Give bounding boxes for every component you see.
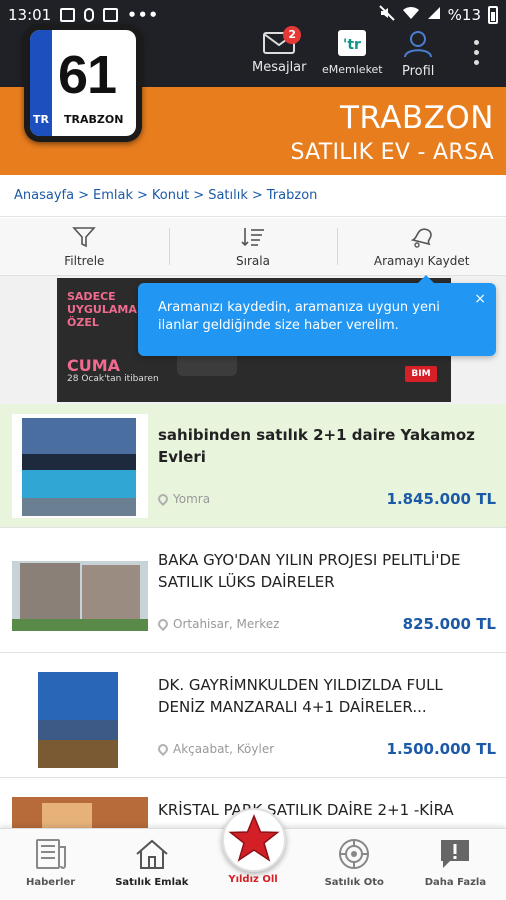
list-item[interactable]: sahibinden satılık 2+1 daire Yakamoz Evl… xyxy=(0,404,506,528)
gallery-icon xyxy=(60,8,76,22)
save-search-tooltip: × Aramanızı kaydedin, aramanıza uygun ye… xyxy=(138,275,496,356)
listing-location: Akçaabat, Köyler xyxy=(155,741,275,757)
listing-title[interactable]: DK. GAYRİMNKULDEN YILDIZLDA FULL DENİZ M… xyxy=(158,674,488,718)
tooltip-text: Aramanızı kaydedin, aramanıza uygun yeni… xyxy=(158,300,440,333)
breadcrumb-separator: > xyxy=(251,188,263,203)
filter-label: Filtrele xyxy=(64,254,105,268)
location-pin-icon xyxy=(155,491,171,507)
signal-icon xyxy=(427,6,441,24)
star-icon xyxy=(224,814,284,874)
bluetooth-icon xyxy=(84,8,95,22)
listing-title[interactable]: KRİSTAL PARK SATILIK DAİRE 2+1 -KİRA xyxy=(158,799,488,821)
listing-title[interactable]: sahibinden satılık 2+1 daire Yakamoz Evl… xyxy=(158,424,488,468)
sort-label: Sırala xyxy=(236,254,270,268)
listing-price: 825.000 TL xyxy=(402,615,496,633)
messages-badge: 2 xyxy=(283,26,302,44)
listing-title[interactable]: BAKA GYO'DAN YILIN PROJESI PELITLİ'DE SA… xyxy=(158,549,488,593)
sort-icon xyxy=(169,226,338,251)
location-pin-icon xyxy=(155,741,171,757)
ad-day: CUMA xyxy=(67,356,121,375)
message-alert-icon xyxy=(405,837,506,874)
list-item[interactable]: DK. GAYRİMNKULDEN YILDIZLDA FULL DENİZ M… xyxy=(0,654,506,778)
nav-cars[interactable]: Satılık Oto xyxy=(304,829,405,900)
nav-news[interactable]: Haberler xyxy=(0,829,101,900)
listing-toolbar: Filtrele Sırala Aramayı Kaydet xyxy=(0,218,506,276)
wifi-icon xyxy=(402,6,420,24)
page-subtitle: SATILIK EV - ARSA xyxy=(290,140,494,165)
filter-icon xyxy=(0,226,169,251)
ememleket-label: eMemleket xyxy=(322,63,383,76)
breadcrumb-satilik[interactable]: Satılık xyxy=(208,188,248,203)
breadcrumb-trabzon[interactable]: Trabzon xyxy=(267,188,318,203)
ad-brand-logo: BIM xyxy=(405,366,437,382)
wheel-icon xyxy=(304,837,405,874)
messages-label: Mesajlar xyxy=(252,60,307,75)
newspaper-icon xyxy=(0,837,101,874)
breadcrumb-konut[interactable]: Konut xyxy=(152,188,189,203)
breadcrumb-emlak[interactable]: Emlak xyxy=(93,188,133,203)
mail-icon: 2 xyxy=(263,26,302,58)
close-icon[interactable]: × xyxy=(474,290,486,308)
star-button[interactable] xyxy=(222,808,286,872)
house-icon xyxy=(101,837,202,874)
breadcrumb-separator: > xyxy=(193,188,205,203)
breadcrumb-separator: > xyxy=(136,188,148,203)
status-time: 13:01 xyxy=(8,6,52,24)
ad-headline: SADECE UYGULAMA ÖZEL xyxy=(67,290,137,329)
nav-news-label: Haberler xyxy=(26,877,76,888)
license-plate-logo: TR 61 TRABZON xyxy=(30,30,136,136)
svg-text:'tr: 'tr xyxy=(343,37,361,53)
nav-real-estate[interactable]: Satılık Emlak xyxy=(101,829,202,900)
battery-text: %13 xyxy=(447,6,481,24)
listing-location: Ortahisar, Merkez xyxy=(155,616,280,632)
nav-cars-label: Satılık Oto xyxy=(324,877,384,888)
filter-button[interactable]: Filtrele xyxy=(0,218,169,275)
clipboard-icon xyxy=(103,8,119,22)
nav-more-label: Daha Fazla xyxy=(424,877,487,888)
nav-more[interactable]: Daha Fazla xyxy=(405,829,506,900)
location-text: Akçaabat, Köyler xyxy=(173,742,275,756)
listing-price: 1.845.000 TL xyxy=(386,490,496,508)
plate-number: 61 xyxy=(58,45,117,105)
app-logo[interactable]: TR 61 TRABZON xyxy=(24,24,142,142)
mute-icon xyxy=(378,5,395,25)
breadcrumb: Anasayfa > Emlak > Konut > Satılık > Trabzon xyxy=(0,175,506,217)
profile-button[interactable]: Profil xyxy=(402,30,434,79)
listing-location: Yomra xyxy=(155,491,211,507)
bell-icon xyxy=(337,226,506,251)
plate-city: TRABZON xyxy=(64,113,124,126)
plate-country: TR xyxy=(33,113,49,126)
location-pin-icon xyxy=(155,616,171,632)
profile-icon xyxy=(402,30,434,62)
save-search-label: Aramayı Kaydet xyxy=(373,254,470,268)
sort-button[interactable]: Sırala xyxy=(168,218,338,275)
nav-star-label: Yıldız Oll xyxy=(228,874,278,885)
battery-icon xyxy=(488,6,498,24)
ad-date: 28 Ocak'tan itibaren xyxy=(67,374,159,384)
profile-label: Profil xyxy=(402,64,435,79)
listing-thumbnail xyxy=(12,539,148,643)
tooltip-arrow xyxy=(418,275,434,283)
listing-thumbnail xyxy=(12,414,148,518)
nav-real-estate-label: Satılık Emlak xyxy=(115,877,189,888)
overflow-menu-icon[interactable] xyxy=(474,40,480,70)
location-text: Yomra xyxy=(173,492,211,506)
messages-button[interactable]: 2 Mesajlar xyxy=(252,26,307,75)
more-notifications-icon: ••• xyxy=(127,6,159,24)
page-title: TRABZON xyxy=(339,100,494,136)
ememleket-button[interactable]: 'tr eMemleket xyxy=(322,30,383,76)
listing-price: 1.500.000 TL xyxy=(386,740,496,758)
listing-thumbnail xyxy=(12,664,148,768)
ememleket-icon: 'tr xyxy=(322,30,383,61)
breadcrumb-home[interactable]: Anasayfa xyxy=(14,188,74,203)
save-search-button[interactable]: Aramayı Kaydet xyxy=(337,218,506,275)
list-item[interactable]: BAKA GYO'DAN YILIN PROJESI PELITLİ'DE SA… xyxy=(0,529,506,653)
location-text: Ortahisar, Merkez xyxy=(173,617,280,631)
breadcrumb-separator: > xyxy=(78,188,89,203)
